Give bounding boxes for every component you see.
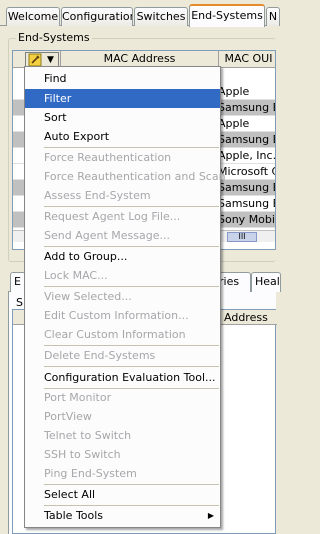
mac-oui-cell: Apple, Inc. <box>218 149 276 162</box>
menu-item-delete-end-systems[interactable]: Delete End-Systems <box>25 346 220 365</box>
dropdown-arrow-icon: ▼ <box>47 55 54 65</box>
menu-item-sort[interactable]: Sort <box>25 108 220 127</box>
mac-oui-cell: Samsung Ele <box>218 133 275 146</box>
menu-item-request-agent-log[interactable]: Request Agent Log File... <box>25 207 220 226</box>
menu-item-select-all[interactable]: Select All <box>25 485 220 504</box>
tab-welcome[interactable]: Welcome <box>6 7 60 26</box>
menu-item-force-reauthentication-scan[interactable]: Force Reauthentication and Scan <box>25 167 226 186</box>
menu-item-edit-custom-information[interactable]: Edit Custom Information... <box>25 306 220 325</box>
menu-item-filter[interactable]: Filter <box>25 89 220 108</box>
tab-next[interactable]: N <box>266 7 280 26</box>
mac-oui-cell: Samsung Ele <box>218 101 275 114</box>
column-header-mac-oui[interactable]: MAC OUI <box>219 51 275 67</box>
menu-item-lock-mac[interactable]: Lock MAC... <box>25 266 220 285</box>
menu-item-configuration-evaluation-tool[interactable]: Configuration Evaluation Tool... <box>25 368 220 387</box>
menu-item-auto-export[interactable]: Auto Export <box>25 127 220 146</box>
table-tools-menu: Find Filter Sort Auto Export Force Reaut… <box>24 66 226 528</box>
menu-item-clear-custom-information[interactable]: Clear Custom Information <box>25 325 220 344</box>
column-header-mac-address[interactable]: MAC Address <box>61 51 219 67</box>
mac-oui-cell: Apple <box>218 85 250 98</box>
menu-item-send-agent-message[interactable]: Send Agent Message... <box>25 226 220 245</box>
menu-item-add-to-group[interactable]: Add to Group... <box>25 247 220 266</box>
menu-separator <box>44 366 219 367</box>
submenu-arrow-icon: ▶ <box>207 511 214 520</box>
mac-oui-cell: Sony Mobile <box>218 213 275 226</box>
mac-oui-cell: Samsung Ele <box>218 197 275 210</box>
menu-item-table-tools-label: Table Tools <box>44 509 104 522</box>
mac-oui-cell: Apple <box>218 117 250 130</box>
menu-item-table-tools[interactable]: Table Tools ▶ <box>25 506 220 525</box>
menu-item-ping-end-system[interactable]: Ping End-System <box>25 464 220 483</box>
mac-oui-cell: Microsoft Co <box>218 165 275 178</box>
group-title: End-Systems <box>16 31 92 44</box>
lower-tab-health[interactable]: Healt <box>251 272 281 292</box>
menu-item-assess-end-system[interactable]: Assess End-System <box>25 186 220 205</box>
menu-item-portview[interactable]: PortView <box>25 407 220 426</box>
menu-item-find[interactable]: Find <box>25 69 220 88</box>
tab-end-systems[interactable]: End-Systems <box>189 4 265 27</box>
menu-item-force-reauthentication[interactable]: Force Reauthentication <box>25 148 220 167</box>
tab-configuration[interactable]: Configuration <box>61 7 133 26</box>
menu-item-view-selected[interactable]: View Selected... <box>25 287 220 306</box>
lower-side-label: S <box>16 296 23 309</box>
main-tab-strip: Welcome Configuration Switches End-Syste… <box>0 0 280 27</box>
wrench-icon <box>28 53 42 67</box>
mac-oui-cell: Samsung Ele <box>218 181 275 194</box>
table-tools-button[interactable]: ▼ <box>25 52 59 67</box>
tab-switches[interactable]: Switches <box>134 7 188 26</box>
menu-item-telnet-to-switch[interactable]: Telnet to Switch <box>25 426 220 445</box>
column-header-address[interactable]: Address <box>224 310 268 325</box>
menu-item-ssh-to-switch[interactable]: SSH to Switch <box>25 445 220 464</box>
menu-item-port-monitor[interactable]: Port Monitor <box>25 388 220 407</box>
scrollbar-thumb[interactable]: III <box>227 232 257 242</box>
